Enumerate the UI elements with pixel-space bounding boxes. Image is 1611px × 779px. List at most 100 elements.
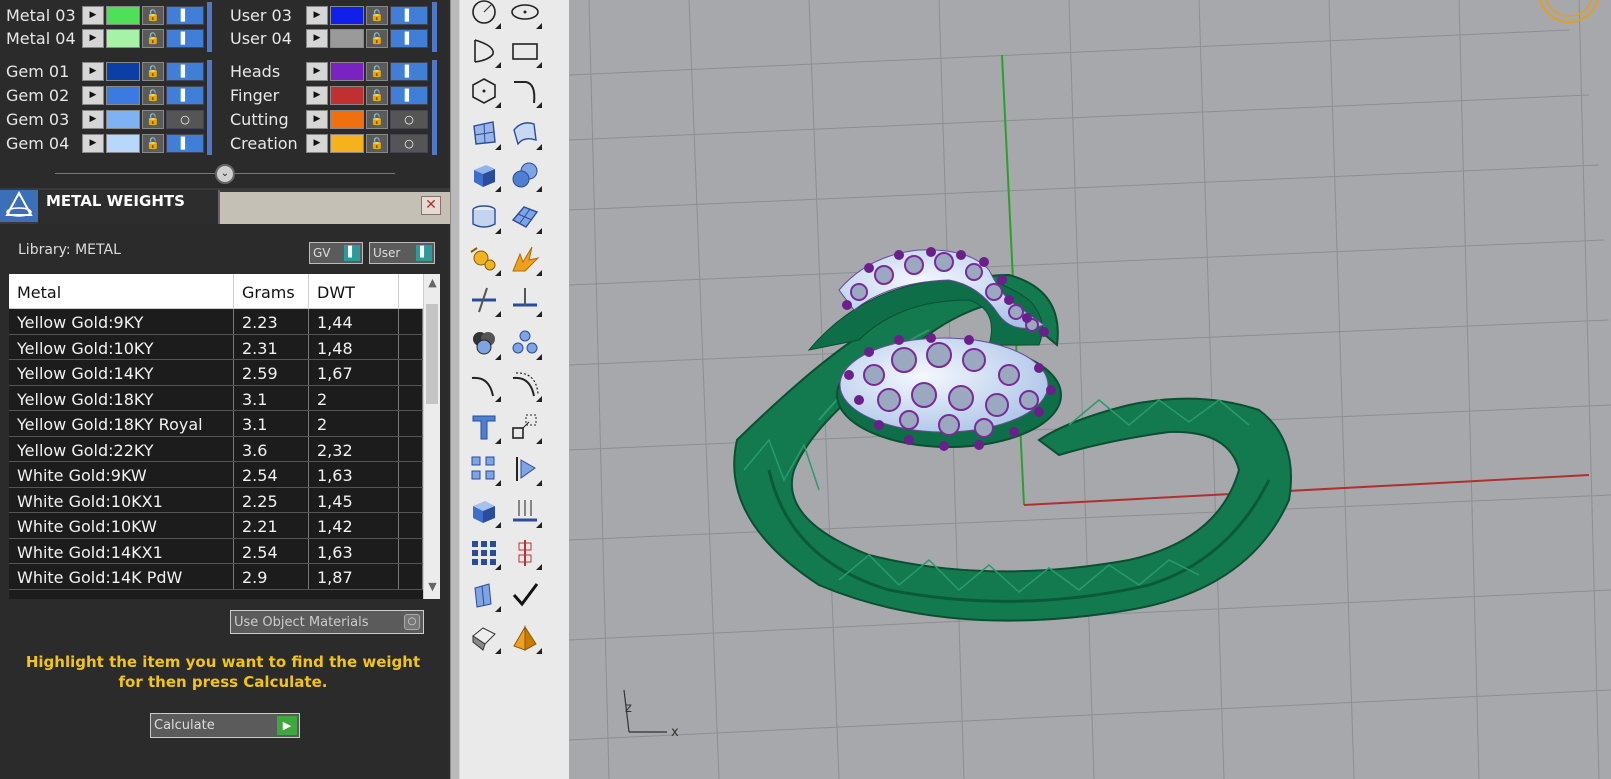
trim-icon[interactable] <box>467 283 501 317</box>
perspective-viewport[interactable]: z x <box>569 0 1611 779</box>
lock-icon[interactable]: 🔓 <box>142 85 164 105</box>
layer-row-cutting[interactable]: Cutting ▶ 🔓 ○ <box>230 108 428 130</box>
gear-explode-icon[interactable] <box>467 242 501 276</box>
column-header-grams[interactable]: Grams <box>234 274 309 308</box>
expand-icon[interactable]: ▶ <box>82 85 104 105</box>
table-row[interactable]: White Gold:14K PdW 2.9 1,87 <box>9 564 423 590</box>
layer-color-swatch[interactable] <box>330 5 364 25</box>
user-toggle[interactable]: User ▌ <box>369 242 435 264</box>
lock-icon[interactable]: 🔓 <box>366 133 388 153</box>
align-icon[interactable] <box>508 536 542 570</box>
layer-color-swatch[interactable] <box>330 61 364 81</box>
expand-icon[interactable]: ▶ <box>306 28 328 48</box>
array-icon[interactable] <box>467 452 501 486</box>
lock-icon[interactable]: 🔓 <box>366 85 388 105</box>
visibility-toggle[interactable]: ▌ <box>166 5 204 25</box>
visibility-toggle[interactable]: ○ <box>166 109 204 129</box>
text-icon[interactable] <box>467 410 501 444</box>
scale-icon[interactable] <box>508 410 542 444</box>
ellipse-icon[interactable] <box>508 0 542 29</box>
column-header-metal[interactable]: Metal <box>9 274 234 308</box>
sphere-union-icon[interactable] <box>508 158 542 192</box>
pyramid-icon[interactable] <box>508 620 542 654</box>
layer-color-swatch[interactable] <box>106 5 140 25</box>
extrude-icon[interactable] <box>467 494 501 528</box>
surface-patch-icon[interactable] <box>508 116 542 150</box>
close-icon[interactable]: ✕ <box>421 196 441 215</box>
panel-divider[interactable] <box>450 0 460 779</box>
arc-icon[interactable] <box>467 34 501 68</box>
table-row[interactable]: White Gold:10KW 2.21 1,42 <box>9 513 423 539</box>
layer-row-user-03[interactable]: User 03 ▶ 🔓 ▌ <box>230 4 428 26</box>
table-row[interactable]: White Gold:10KX1 2.25 1,45 <box>9 487 423 513</box>
metal-weights-table[interactable]: Metal Grams DWT Yellow Gold:9KY 2.23 1,44 … <box>9 274 440 599</box>
expand-icon[interactable]: ▶ <box>82 109 104 129</box>
scroll-down-icon[interactable]: ▼ <box>426 580 439 593</box>
project-icon[interactable] <box>508 494 542 528</box>
expand-icon[interactable]: ▶ <box>306 109 328 129</box>
lock-icon[interactable]: 🔓 <box>142 61 164 81</box>
burst-icon[interactable] <box>508 242 542 276</box>
layer-row-gem-03[interactable]: Gem 03 ▶ 🔓 ○ <box>6 108 204 130</box>
lock-icon[interactable]: 🔓 <box>366 28 388 48</box>
layer-row-metal-04[interactable]: Metal 04 ▶ 🔓 ▌ <box>6 27 204 49</box>
gv-toggle[interactable]: GV ▌ <box>309 242 363 264</box>
scroll-up-icon[interactable]: ▲ <box>426 276 439 289</box>
visibility-toggle[interactable]: ▌ <box>166 85 204 105</box>
table-scrollbar[interactable]: ▲ ▼ <box>423 274 440 599</box>
lock-icon[interactable]: 🔓 <box>366 5 388 25</box>
layer-color-swatch[interactable] <box>106 133 140 153</box>
layer-row-heads[interactable]: Heads ▶ 🔓 ▌ <box>230 60 428 82</box>
table-row[interactable]: Yellow Gold:10KY 2.31 1,48 <box>9 334 423 360</box>
visibility-toggle[interactable]: ▌ <box>390 61 428 81</box>
split-icon[interactable] <box>508 283 542 317</box>
table-row[interactable]: White Gold:9KW 2.54 1,63 <box>9 462 423 488</box>
cylinder-icon[interactable] <box>467 200 501 234</box>
use-object-materials-toggle[interactable]: Use Object Materials ○ <box>230 610 424 634</box>
layer-color-swatch[interactable] <box>106 61 140 81</box>
layer-row-finger[interactable]: Finger ▶ 🔓 ▌ <box>230 84 428 106</box>
expand-icon[interactable]: ▶ <box>82 61 104 81</box>
table-row[interactable]: Yellow Gold:9KY 2.23 1,44 <box>9 309 423 335</box>
lock-icon[interactable]: 🔓 <box>142 133 164 153</box>
group-icon[interactable] <box>467 578 501 612</box>
layer-row-metal-03[interactable]: Metal 03 ▶ 🔓 ▌ <box>6 4 204 26</box>
polygon-icon[interactable] <box>467 74 501 108</box>
surface-points-icon[interactable] <box>467 116 501 150</box>
fillet-curve-icon[interactable] <box>467 368 501 402</box>
layer-color-swatch[interactable] <box>106 85 140 105</box>
rectangle-icon[interactable] <box>508 34 542 68</box>
table-row[interactable]: Yellow Gold:22KY 3.6 2,32 <box>9 436 423 462</box>
lock-icon[interactable]: 🔓 <box>366 109 388 129</box>
layer-color-swatch[interactable] <box>330 109 364 129</box>
expand-icon[interactable]: ▶ <box>306 133 328 153</box>
expand-icon[interactable]: ▶ <box>306 5 328 25</box>
table-row[interactable]: White Gold:14KX1 2.54 1,63 <box>9 538 423 564</box>
checkmark-icon[interactable] <box>508 578 542 612</box>
table-row[interactable]: Yellow Gold:18KY 3.1 2 <box>9 385 423 411</box>
visibility-toggle[interactable]: ▌ <box>166 61 204 81</box>
visibility-toggle[interactable]: ▌ <box>166 133 204 153</box>
table-row[interactable]: Yellow Gold:14KY 2.59 1,67 <box>9 360 423 386</box>
expand-icon[interactable]: ▶ <box>82 28 104 48</box>
boolean-dots-icon[interactable] <box>508 326 542 360</box>
visibility-toggle[interactable]: ▌ <box>390 28 428 48</box>
grid-array-icon[interactable] <box>467 536 501 570</box>
box-solid-icon[interactable] <box>467 158 501 192</box>
expand-icon[interactable]: ▶ <box>306 61 328 81</box>
visibility-toggle[interactable]: ▌ <box>390 5 428 25</box>
splitter-handle-icon[interactable]: ⌄ <box>215 164 235 184</box>
layer-row-creation[interactable]: Creation ▶ 🔓 ○ <box>230 132 428 154</box>
layer-row-user-04[interactable]: User 04 ▶ 🔓 ▌ <box>230 27 428 49</box>
gumball-icon[interactable] <box>1539 0 1599 23</box>
lock-icon[interactable]: 🔓 <box>142 5 164 25</box>
layer-color-swatch[interactable] <box>330 133 364 153</box>
visibility-toggle[interactable]: ○ <box>390 109 428 129</box>
layer-row-gem-02[interactable]: Gem 02 ▶ 🔓 ▌ <box>6 84 204 106</box>
visibility-toggle[interactable]: ▌ <box>390 85 428 105</box>
table-row[interactable]: Yellow Gold:18KY Royal 3.1 2 <box>9 411 423 437</box>
offset-curve-icon[interactable] <box>508 368 542 402</box>
scrollbar-thumb[interactable] <box>426 304 438 404</box>
mirror-icon[interactable] <box>508 452 542 486</box>
curve-icon[interactable] <box>508 74 542 108</box>
